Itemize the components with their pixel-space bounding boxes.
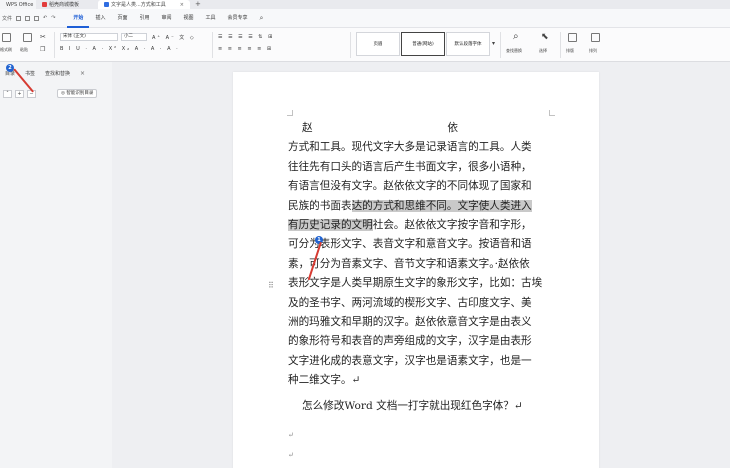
paragraph-list-icons[interactable]: ☰ ☰ ☰ ☰ ⇅ ⊞ xyxy=(218,34,274,40)
tab-bookmarks[interactable]: 书签 xyxy=(20,70,40,77)
text-line[interactable]: 种二维文字。↵ xyxy=(288,371,552,390)
menu-view[interactable]: 视图 xyxy=(178,9,200,28)
close-tab-icon[interactable]: × xyxy=(180,2,184,8)
find-icon[interactable]: ⌕ xyxy=(513,31,519,42)
text-line[interactable]: 及的圣书字、两河流域的楔形文字、古印度文字、美 xyxy=(288,294,552,313)
tab-find-replace[interactable]: 查找和替换 xyxy=(40,70,75,77)
document-header-line: 赵 依 xyxy=(288,119,458,138)
margin-corner-mark xyxy=(549,110,555,116)
styles-expand-icon[interactable]: ▾ xyxy=(492,40,495,47)
text-line[interactable]: 方式和工具。现代文字大多是记录语言的工具。人类 xyxy=(288,138,552,157)
paragraph-mark: ↵ xyxy=(288,450,294,459)
divider xyxy=(500,32,501,58)
undo-icon[interactable]: ↶ xyxy=(43,15,47,21)
text-line[interactable]: 可分为表形文字、表音文字和意音文字。按语音和语 xyxy=(288,235,552,254)
smart-toc-label: 智能识别目录 xyxy=(66,91,94,96)
question-line[interactable]: 怎么修改Word 文档一打字就出现红色字体？↵ xyxy=(288,397,552,416)
text-line[interactable]: 素，可分为音素文字、音节文字和语素文字。·赵依依 xyxy=(288,255,552,274)
font-name-select[interactable]: 宋体 (正文) xyxy=(60,33,118,41)
search-icon[interactable]: ⌕ xyxy=(254,9,270,28)
divider xyxy=(350,32,351,58)
template-tab-label: 稻壳商城模板 xyxy=(49,2,80,8)
document-page[interactable]: 赵 依 方式和工具。现代文字大多是记录语言的工具。人类 往往先有口头的语言后产生… xyxy=(233,72,599,468)
menu-bar: 文件 ↶ ↷ 开始 插入 页面 引用 审阅 视图 工具 会员专享 ⌕ xyxy=(0,9,730,28)
text-run: 社会。赵依依文字按字音和字形， xyxy=(372,219,532,232)
text-line[interactable]: 文字进化成的表意文字，汉字也是语素文字，也是一 xyxy=(288,352,552,371)
text-line[interactable]: 有历史记录的文明社会。赵依依文字按字音和字形， xyxy=(288,216,552,235)
docer-icon xyxy=(42,2,47,7)
menu-review[interactable]: 审阅 xyxy=(155,9,177,28)
menu-insert[interactable]: 插入 xyxy=(89,9,111,28)
style-default-paragraph[interactable]: 默认段落字体 xyxy=(446,32,490,56)
preview-icon[interactable] xyxy=(34,15,40,21)
smart-toc-button[interactable]: ◎ 智能识别目录 xyxy=(57,89,98,98)
paragraph-drag-handle[interactable]: ⠿ xyxy=(268,281,274,290)
divider xyxy=(212,32,213,58)
paragraph-mark: ↵ xyxy=(288,431,294,440)
file-menu[interactable]: 文件 xyxy=(2,15,12,22)
text-run: 民族的书面表 xyxy=(288,199,352,212)
select-button[interactable]: 选择 xyxy=(539,48,547,54)
style-header[interactable]: 页眉 xyxy=(356,32,400,56)
menu-home[interactable]: 开始 xyxy=(67,9,90,28)
divider xyxy=(54,32,55,58)
home-tab-label: WPS Office xyxy=(6,1,34,8)
text-line[interactable]: 的象形符号和表音的声旁组成的文字，汉字是由表形 xyxy=(288,332,552,351)
layout-icon[interactable] xyxy=(568,33,577,42)
menu-tools[interactable]: 工具 xyxy=(200,9,222,28)
menu-page[interactable]: 页面 xyxy=(111,9,133,28)
arrange-icon[interactable] xyxy=(591,33,600,42)
document-canvas[interactable]: 赵 依 方式和工具。现代文字大多是记录语言的工具。人类 往往先有口头的语言后产生… xyxy=(112,62,730,468)
divider xyxy=(560,32,561,58)
text-line[interactable]: 洲的玛雅文和早期的汉字。赵依依意音文字是由表义 xyxy=(288,313,552,332)
header-right-text: 依 xyxy=(447,122,458,134)
ribbon-toolbar: 格式刷 粘贴 ✂ ❐ 宋体 (正文) 小二 A⁺ A⁻ 文 ◇ B I U · … xyxy=(0,28,730,62)
paragraph-align-icons[interactable]: ≡ ≡ ≡ ≡ ≡ ⊞ xyxy=(218,46,273,52)
save-icon[interactable] xyxy=(16,15,22,21)
font-format-row[interactable]: B I U · A · X² X₂ A · A · A · xyxy=(60,46,180,52)
annotation-badge-2: 2 xyxy=(6,64,14,72)
margin-corner-mark xyxy=(287,110,293,116)
format-painter-button[interactable]: 格式刷 xyxy=(0,47,12,53)
find-replace-button[interactable]: 查找替换 xyxy=(506,48,522,54)
font-grow-icons[interactable]: A⁺ A⁻ 文 ◇ xyxy=(152,34,196,41)
menu-member[interactable]: 会员专享 xyxy=(222,9,254,28)
style-normal-web[interactable]: 普通(网站) xyxy=(401,32,445,56)
text-line[interactable]: 民族的书面表达的方式和思维不同。文字使人类进入 xyxy=(288,197,552,216)
header-left-text: 赵 xyxy=(302,122,313,134)
paste-button[interactable]: 粘贴 xyxy=(20,47,28,53)
writer-icon xyxy=(104,2,109,7)
navigation-pane: 目录 书签 查找和替换 × ˄ + − ◎ 智能识别目录 xyxy=(0,62,112,468)
selected-text[interactable]: 达的方式和思维不同。文字使人类进入 xyxy=(351,199,532,212)
cut-icon[interactable]: ✂ xyxy=(40,33,46,41)
home-tab[interactable]: WPS Office xyxy=(0,0,36,9)
text-line[interactable]: 有语言但没有文字。赵依依文字的不同体现了国家和 xyxy=(288,177,552,196)
font-size-select[interactable]: 小二 xyxy=(121,33,147,41)
copy-icon[interactable]: ❐ xyxy=(40,46,45,53)
collapse-up-icon[interactable]: ˄ xyxy=(3,89,12,98)
menu-references[interactable]: 引用 xyxy=(133,9,155,28)
selected-text[interactable]: 有历史记录的文明 xyxy=(288,219,373,232)
format-painter-icon[interactable] xyxy=(2,33,11,42)
close-pane-icon[interactable]: × xyxy=(75,70,90,77)
arrange-button[interactable]: 排列 xyxy=(589,48,597,54)
select-icon[interactable]: ⬉ xyxy=(541,32,549,42)
print-icon[interactable] xyxy=(25,15,31,21)
main-menu: 开始 插入 页面 引用 审阅 视图 工具 会员专享 ⌕ xyxy=(67,9,269,28)
quick-access-toolbar: 文件 ↶ ↷ xyxy=(0,15,55,22)
document-body[interactable]: 赵 依 方式和工具。现代文字大多是记录语言的工具。人类 往往先有口头的语言后产生… xyxy=(288,119,552,465)
nav-tools: ˄ + − ◎ 智能识别目录 xyxy=(3,89,98,98)
paste-icon[interactable] xyxy=(23,33,32,42)
text-line[interactable]: 表形文字是人类早期原生文字的象形文字，比如：古埃 xyxy=(288,274,552,293)
layout-button[interactable]: 排版 xyxy=(566,48,574,54)
text-line[interactable]: 往往先有口头的语言后产生书面文字，很多小语种， xyxy=(288,158,552,177)
add-heading-icon[interactable]: + xyxy=(15,89,24,98)
redo-icon[interactable]: ↷ xyxy=(51,15,55,21)
document-tab-label: 文字是人类...方式和工具 xyxy=(111,2,166,8)
